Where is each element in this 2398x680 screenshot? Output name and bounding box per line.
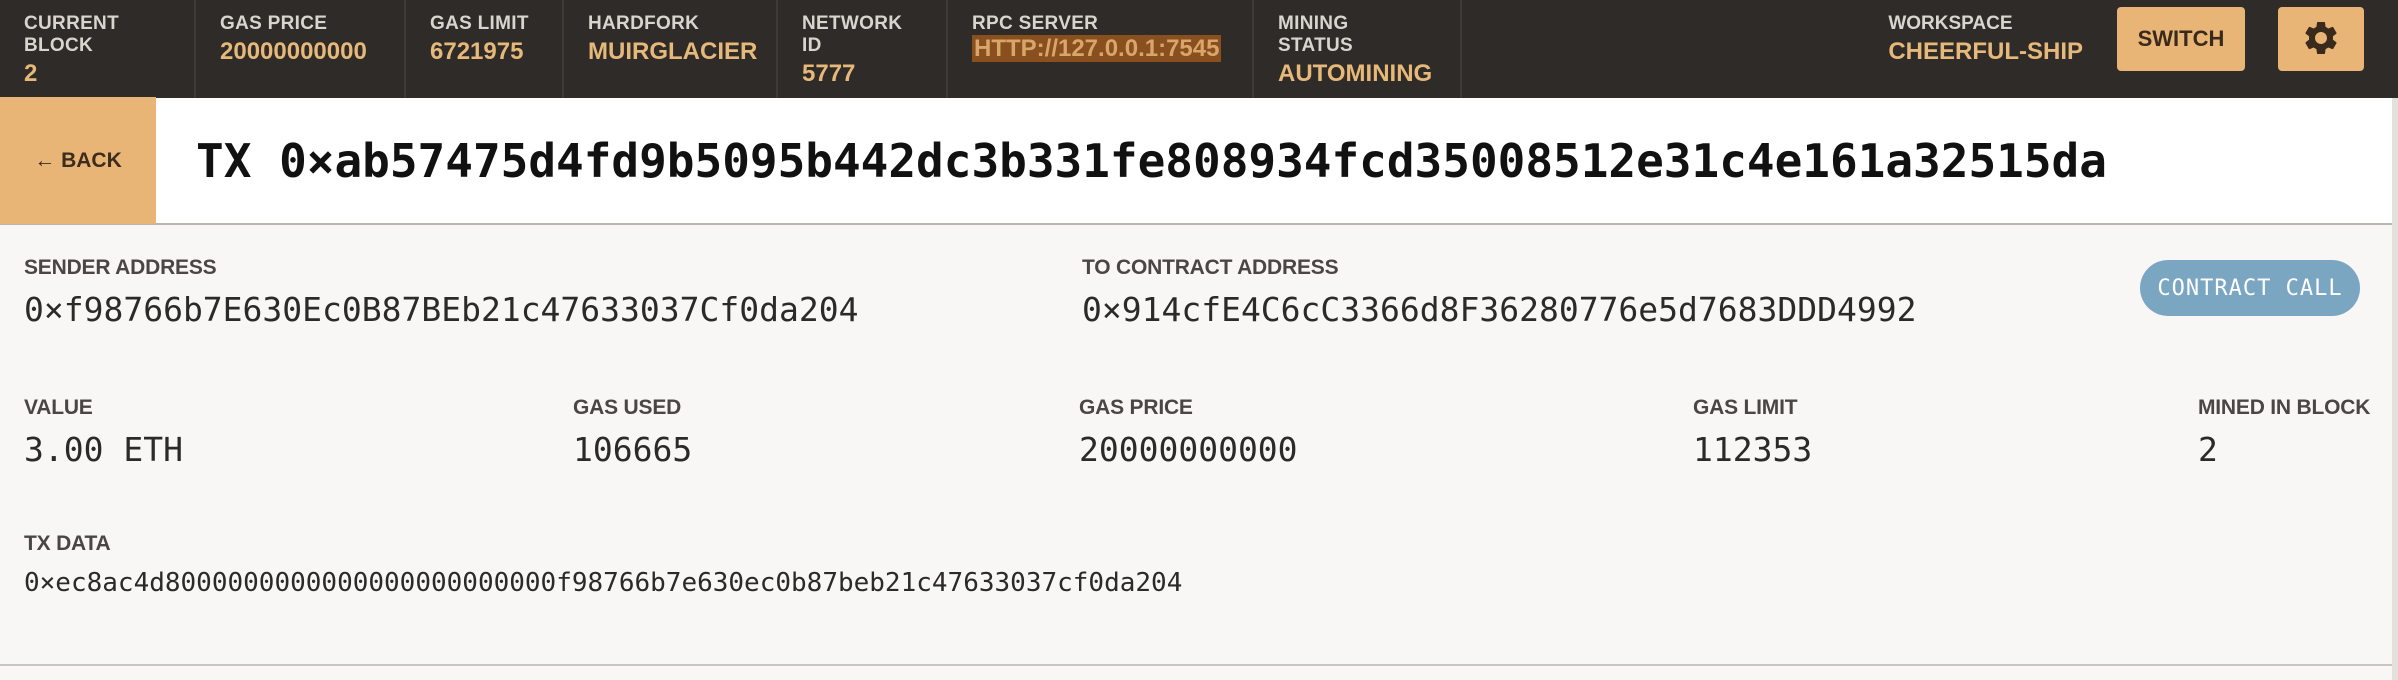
stat-rpc-server: RPC SERVER HTTP://127.0.0.1:7545 [948,0,1254,98]
stat-value: 20000000000 [220,38,367,65]
field-label: TX DATA [24,532,111,555]
stat-label: GAS LIMIT [430,13,529,34]
gas-limit-value: 112353 [1693,430,1813,469]
stat-hardfork: HARDFORK MUIRGLACIER [564,0,778,98]
field-label: TO CONTRACT ADDRESS [1082,256,1339,279]
gas-price-field: GAS PRICE 20000000000 [1079,396,1298,469]
field-label: GAS PRICE [1079,396,1193,419]
stat-label: CURRENT BLOCK [24,13,119,56]
gas-price-value: 20000000000 [1079,430,1298,469]
value-field: VALUE 3.00 ETH [24,396,183,469]
stat-gas-limit: GAS LIMIT 6721975 [406,0,564,98]
stat-network-id: NETWORK ID 5777 [778,0,948,98]
mined-block-value[interactable]: 2 [2198,430,2370,469]
stat-label: NETWORK ID [802,13,903,56]
page-title: TX 0×ab57475d4fd9b5095b442dc3b331fe80893… [196,133,2107,188]
settings-button[interactable] [2278,7,2364,71]
gear-icon [2301,18,2341,61]
gas-used-field: GAS USED 106665 [573,396,692,469]
field-label: MINED IN BLOCK [2198,396,2371,419]
field-label: SENDER ADDRESS [24,256,217,279]
to-contract-address-value: 0×914cfE4C6cC3366d8F36280776e5d7683DDD49… [1082,290,1917,329]
sender-address-field: SENDER ADDRESS 0×f98766b7E630Ec0B87BEb21… [24,256,858,329]
stat-label: GAS PRICE [220,13,328,34]
stat-gas-price: GAS PRICE 20000000000 [196,0,406,98]
stat-mining-status: MINING STATUS AUTOMINING [1254,0,1462,98]
stat-label: HARDFORK [588,13,700,34]
contract-call-badge: CONTRACT CALL [2140,260,2360,316]
workspace-name: CHEERFUL-SHIP [1888,38,2083,65]
stat-label: MINING STATUS [1278,13,1353,56]
stat-value: 5777 [802,60,856,87]
field-label: GAS LIMIT [1693,396,1798,419]
to-contract-address-field: TO CONTRACT ADDRESS 0×914cfE4C6cC3366d8F… [1082,256,1916,329]
tx-data-value: 0×ec8ac4d8000000000000000000000000f98766… [24,568,1183,598]
back-button[interactable]: ← BACK [0,97,156,224]
tx-data-field: TX DATA 0×ec8ac4d80000000000000000000000… [24,532,1182,598]
mined-in-block-field: MINED IN BLOCK 2 [2198,396,2370,469]
transaction-header: ← BACK TX 0×ab57475d4fd9b5095b442dc3b331… [0,97,2392,225]
gas-used-value: 106665 [573,430,693,469]
top-status-bar: CURRENT BLOCK 2 GAS PRICE 20000000000 GA… [0,0,2398,98]
stat-value: MUIRGLACIER [588,38,758,65]
field-label: GAS USED [573,396,682,419]
stat-current-block: CURRENT BLOCK 2 [0,0,196,98]
value-amount: 3.00 ETH [24,430,183,469]
workspace-info: WORKSPACE CHEERFUL-SHIP [1888,0,2117,98]
stat-value: 6721975 [430,38,524,65]
workspace-label: WORKSPACE [1888,13,2013,34]
stat-value: 2 [24,60,38,87]
scrollbar[interactable] [2392,98,2398,680]
rpc-server-value[interactable]: HTTP://127.0.0.1:7545 [972,35,1222,62]
gas-limit-field: GAS LIMIT 112353 [1693,396,1812,469]
page-bottom [0,666,2392,680]
stat-label: RPC SERVER [972,13,1099,34]
sender-address-value: 0×f98766b7E630Ec0B87BEb21c47633037Cf0da2… [24,290,859,329]
field-label: VALUE [24,396,93,419]
switch-workspace-button[interactable]: SWITCH [2117,7,2245,71]
transaction-details: SENDER ADDRESS 0×f98766b7E630Ec0B87BEb21… [0,226,2392,666]
stat-value: AUTOMINING [1278,60,1433,87]
